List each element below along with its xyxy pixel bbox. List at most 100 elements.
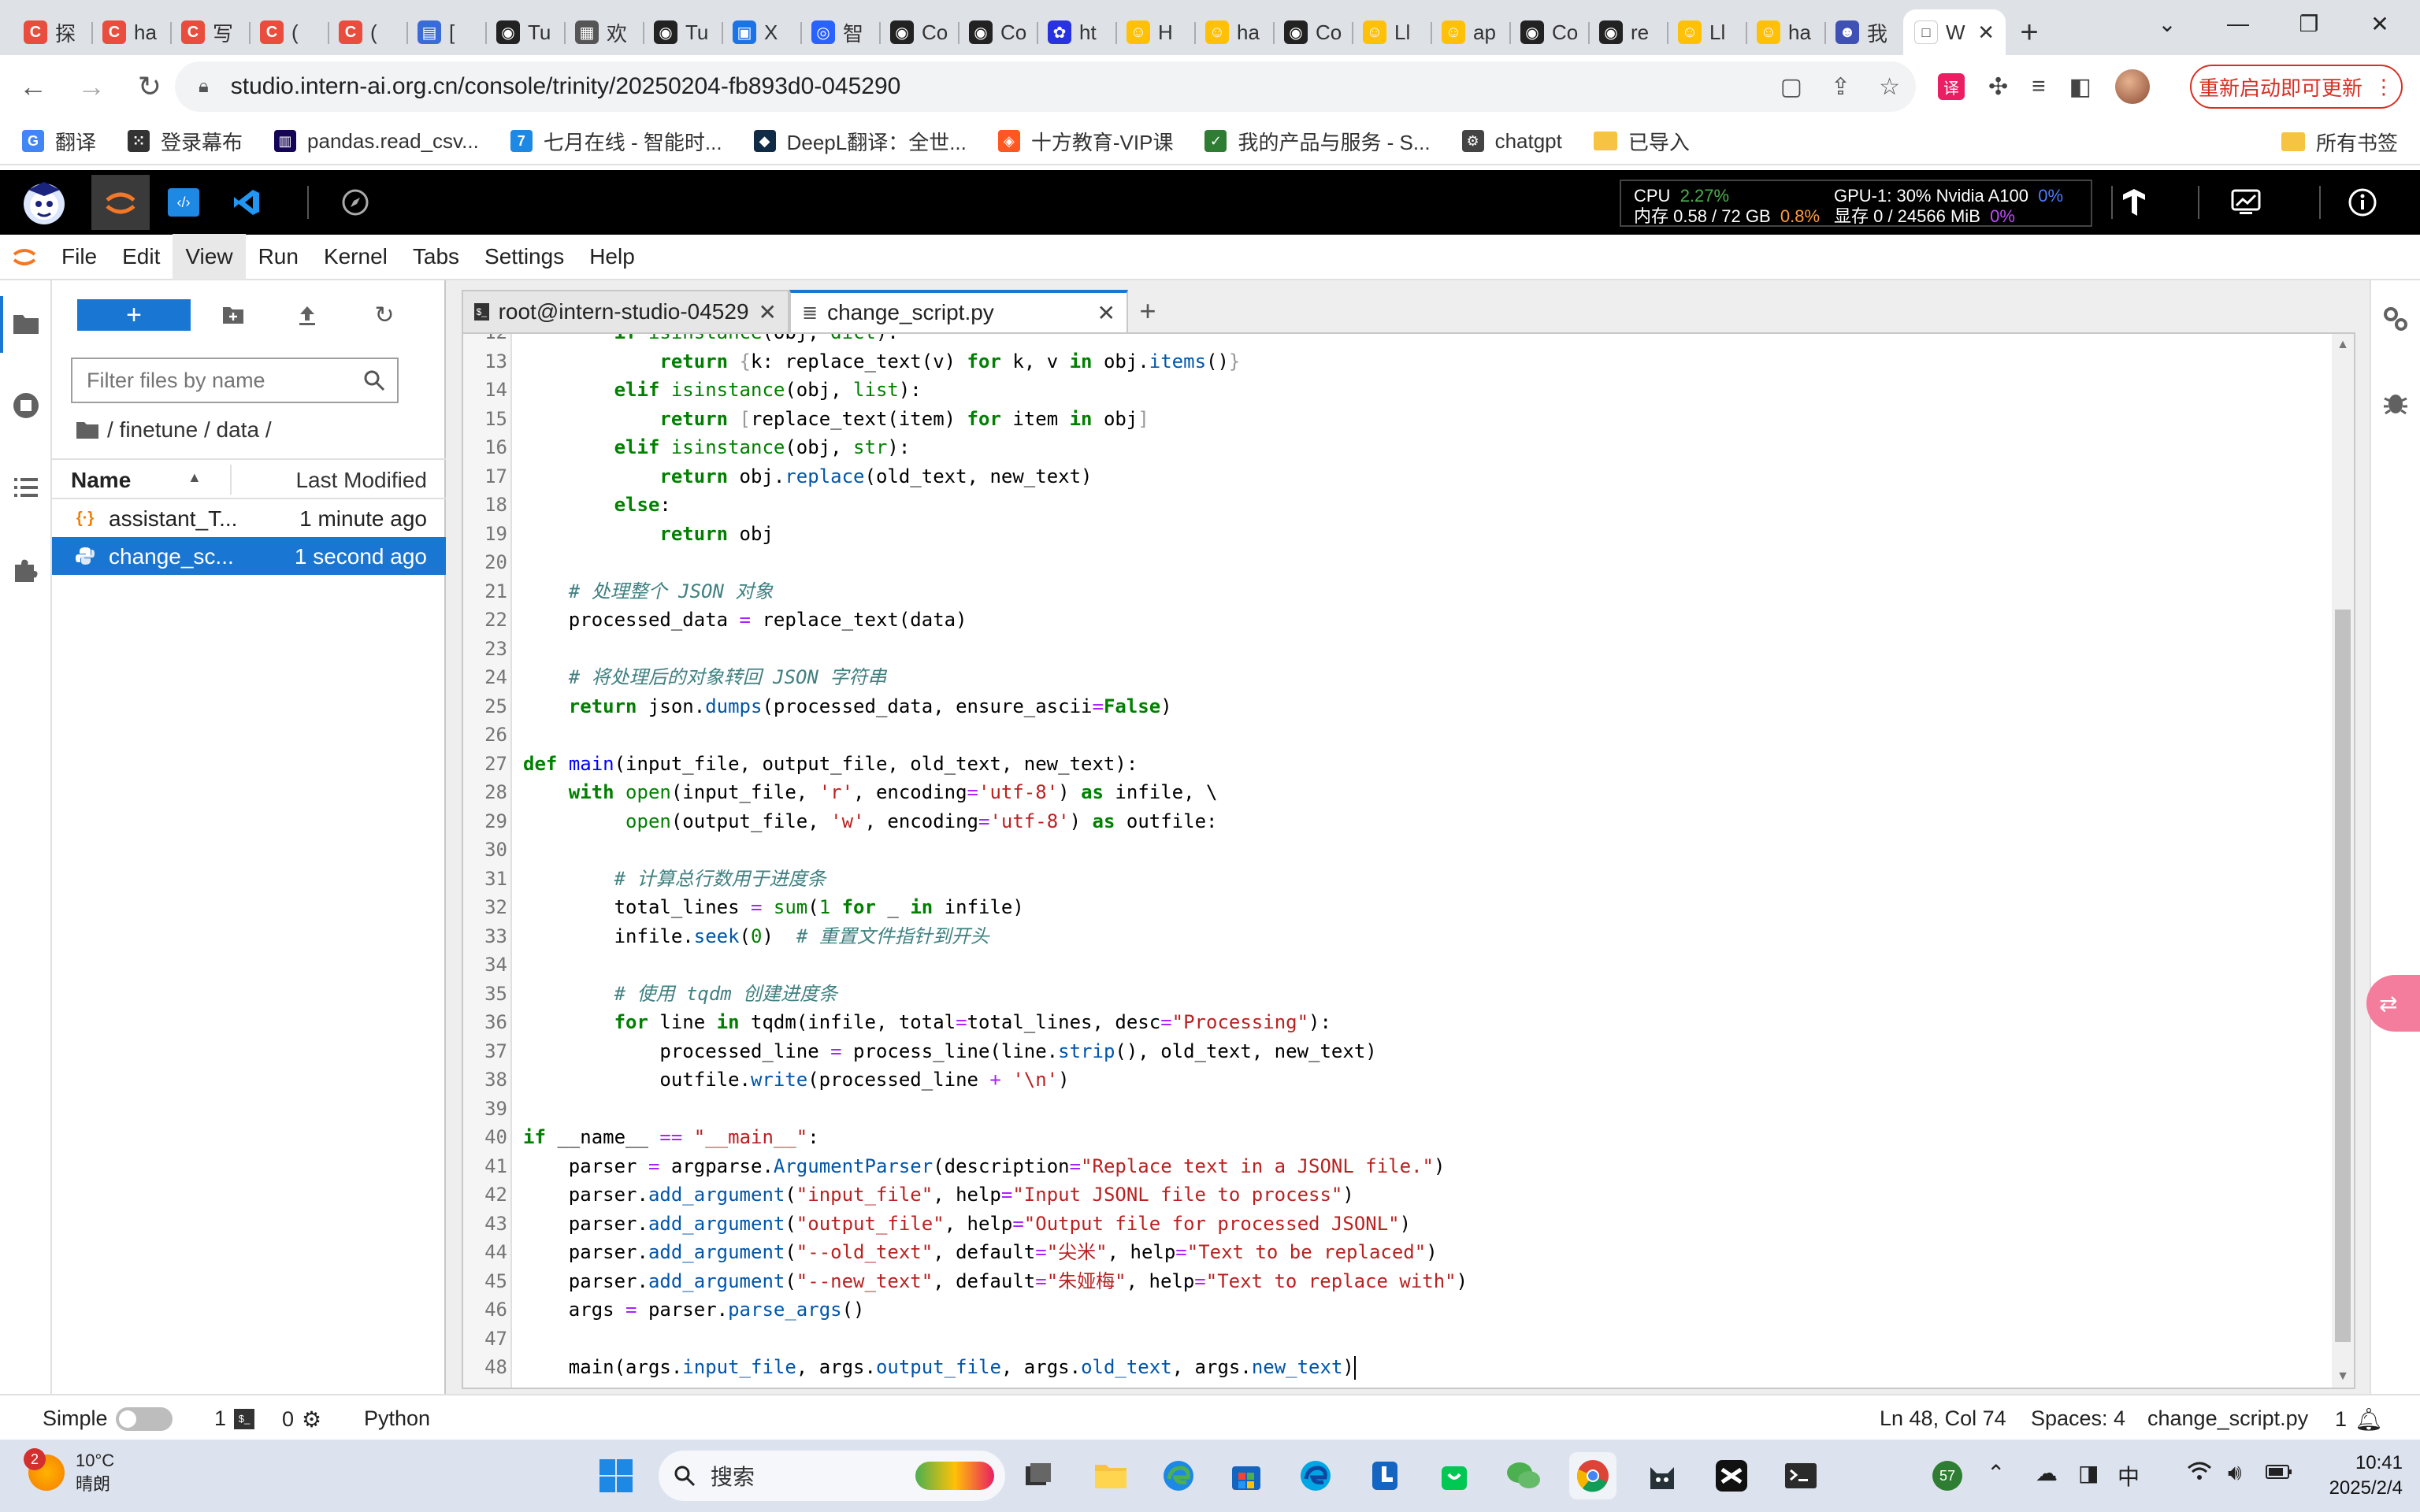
onedrive-icon[interactable]: ☁	[2036, 1460, 2058, 1486]
code-line[interactable]: 12 if isinstance(obj, dict):	[463, 334, 2314, 347]
browser-tab[interactable]: ☺ ap	[1431, 9, 1509, 55]
bookmark-item[interactable]: 已导入	[1593, 127, 1690, 156]
task-view-button[interactable]	[1015, 1452, 1062, 1499]
bookmark-item[interactable]: ⁙ 登录幕布	[128, 127, 243, 156]
lenovo-button[interactable]	[1361, 1452, 1409, 1499]
column-modified-header[interactable]: Last Modified	[295, 468, 427, 493]
file-explorer-button[interactable]	[1087, 1452, 1134, 1499]
capcut-button[interactable]	[1708, 1452, 1755, 1499]
indent-setting[interactable]: Spaces: 4	[2031, 1406, 2125, 1431]
browser-tab[interactable]: ◉ Tu	[485, 9, 564, 55]
code-line[interactable]: 45 parser.add_argument("--new_text", def…	[463, 1267, 2314, 1296]
shopping-app-button[interactable]	[1431, 1452, 1478, 1499]
extensions-puzzle-icon[interactable]: ✣	[1988, 73, 2008, 101]
browser-tab[interactable]: ☺ ha	[1194, 9, 1273, 55]
back-button[interactable]: ←	[8, 61, 58, 112]
code-line[interactable]: 47	[463, 1325, 2314, 1354]
tray-overflow-chevron-icon[interactable]: ⌃	[1987, 1460, 2005, 1486]
code-line[interactable]: 32 total_lines = sum(1 for _ in infile)	[463, 893, 2314, 922]
menu-edit[interactable]: Edit	[109, 234, 173, 280]
browser-tab[interactable]: Cha	[91, 9, 170, 55]
running-kernels-icon[interactable]	[6, 386, 46, 425]
new-tab-button[interactable]: +	[2006, 9, 2053, 55]
code-line[interactable]: 43 parser.add_argument("output_file", he…	[463, 1210, 2314, 1239]
monitor-icon[interactable]	[2226, 183, 2266, 222]
code-line[interactable]: 15 return [replace_text(item) for item i…	[463, 405, 2314, 434]
code-line[interactable]: 31 # 计算总行数用于进度条	[463, 865, 2314, 894]
menu-tabs[interactable]: Tabs	[400, 234, 472, 280]
browser-tab[interactable]: ◉ re	[1588, 9, 1667, 55]
code-line[interactable]: 14 elif isinstance(obj, list):	[463, 376, 2314, 405]
debugger-bug-icon[interactable]	[2381, 387, 2411, 421]
menu-view[interactable]: View	[173, 234, 246, 280]
browser-tab[interactable]: ☺ H	[1115, 9, 1194, 55]
profile-avatar[interactable]	[2115, 69, 2151, 104]
new-folder-icon[interactable]	[216, 298, 251, 332]
code-line[interactable]: 48 main(args.input_file, args.output_fil…	[463, 1353, 2314, 1382]
bookmark-item[interactable]: ⚙ chatgpt	[1461, 129, 1562, 154]
code-line[interactable]: 42 parser.add_argument("input_file", hel…	[463, 1180, 2314, 1210]
taskbar-search[interactable]: 搜索	[659, 1451, 1005, 1501]
share-icon[interactable]: ⇪	[1831, 73, 1850, 101]
browser-tab[interactable]: ◉ Co	[1509, 9, 1588, 55]
address-bar[interactable]: 🔒︎ studio.intern-ai.org.cn/console/trini…	[175, 61, 1916, 112]
property-inspector-icon[interactable]	[2381, 304, 2411, 338]
upload-icon[interactable]	[290, 298, 325, 332]
edge-button[interactable]	[1155, 1452, 1202, 1499]
simple-mode-toggle[interactable]: Simple	[43, 1406, 173, 1431]
battery-icon[interactable]	[2266, 1460, 2292, 1485]
browser-tab[interactable]: C探	[13, 9, 91, 55]
cat-app-button[interactable]	[1639, 1452, 1686, 1499]
browser-tab[interactable]: ◉ Co	[958, 9, 1037, 55]
browser-tab[interactable]: ✿ ht	[1037, 9, 1115, 55]
reload-button[interactable]: ↻	[124, 61, 175, 112]
side-panel-icon[interactable]: ◧	[2069, 73, 2092, 101]
folder-icon[interactable]	[76, 421, 99, 439]
browser-tab[interactable]: ☺ ha	[1746, 9, 1824, 55]
lock-icon[interactable]: 🔒︎	[199, 76, 209, 98]
browser-tab[interactable]: ▣ X	[722, 9, 800, 55]
terminal-count[interactable]: 1 $_	[214, 1406, 255, 1431]
clipboard-icon[interactable]: ▢	[1780, 73, 1802, 101]
editor-scrollbar[interactable]: ▲ ▼	[2332, 334, 2354, 1388]
translate-extension-icon[interactable]: 译	[1938, 73, 1965, 100]
wechat-button[interactable]	[1500, 1452, 1547, 1499]
code-line[interactable]: 46 args = parser.parse_args()	[463, 1295, 2314, 1325]
code-line[interactable]: 21 # 处理整个 JSON 对象	[463, 577, 2314, 606]
file-row[interactable]: {·} assistant_T... 1 minute ago	[52, 499, 446, 537]
compass-app-button[interactable]	[326, 175, 384, 230]
window-close-button[interactable]: ✕	[2344, 0, 2415, 47]
browser-tab[interactable]: ☺ Ll	[1352, 9, 1431, 55]
close-tab-icon[interactable]: ✕	[1977, 20, 1995, 45]
code-line[interactable]: 30	[463, 836, 2314, 865]
weather-widget[interactable]: 2 10°C 晴朗	[24, 1448, 114, 1496]
menu-help[interactable]: Help	[577, 234, 648, 280]
code-line[interactable]: 37 processed_line = process_line(line.st…	[463, 1037, 2314, 1066]
update-chrome-button[interactable]: 重新启动即可更新 ⋮	[2190, 65, 2403, 109]
browser-tab[interactable]: ▦ 欢	[564, 9, 643, 55]
browser-tab[interactable]: ☺ Ll	[1667, 9, 1746, 55]
file-filter-input[interactable]	[87, 368, 354, 393]
code-editor[interactable]: 12 if isinstance(obj, dict): 13 return {k…	[462, 332, 2355, 1389]
code-server-app-button[interactable]: ‹/›	[154, 175, 213, 230]
kernel-name[interactable]: Python	[364, 1406, 430, 1431]
code-line[interactable]: 25 return json.dumps(processed_data, ens…	[463, 692, 2314, 721]
code-line[interactable]: 26	[463, 721, 2314, 750]
browser-tab[interactable]: ▤[	[406, 9, 485, 55]
tray-app-button[interactable]: 57	[1924, 1452, 1971, 1499]
minimize-button[interactable]: —	[2203, 0, 2273, 47]
code-line[interactable]: 40 if __name__ == "__main__":	[463, 1123, 2314, 1152]
code-line[interactable]: 34	[463, 951, 2314, 980]
code-line[interactable]: 24 # 将处理后的对象转回 JSON 字符串	[463, 663, 2314, 692]
info-icon[interactable]	[2343, 183, 2382, 222]
tensorflow-icon[interactable]	[2114, 183, 2154, 222]
start-button[interactable]	[592, 1452, 640, 1499]
bookmark-item[interactable]: 7 七月在线 - 智能时...	[510, 127, 722, 156]
scroll-up-icon[interactable]: ▲	[2336, 339, 2349, 351]
bookmark-item[interactable]: ✓ 我的产品与服务 - S...	[1204, 127, 1431, 156]
code-content[interactable]: 12 if isinstance(obj, dict): 13 return {k…	[463, 334, 2314, 1382]
close-tab-icon[interactable]: ✕	[1097, 300, 1115, 326]
code-line[interactable]: 16 elif isinstance(obj, str):	[463, 433, 2314, 462]
restore-button[interactable]: ❐	[2273, 0, 2344, 47]
tab-search-chevron-icon[interactable]: ⌄	[2132, 0, 2203, 47]
